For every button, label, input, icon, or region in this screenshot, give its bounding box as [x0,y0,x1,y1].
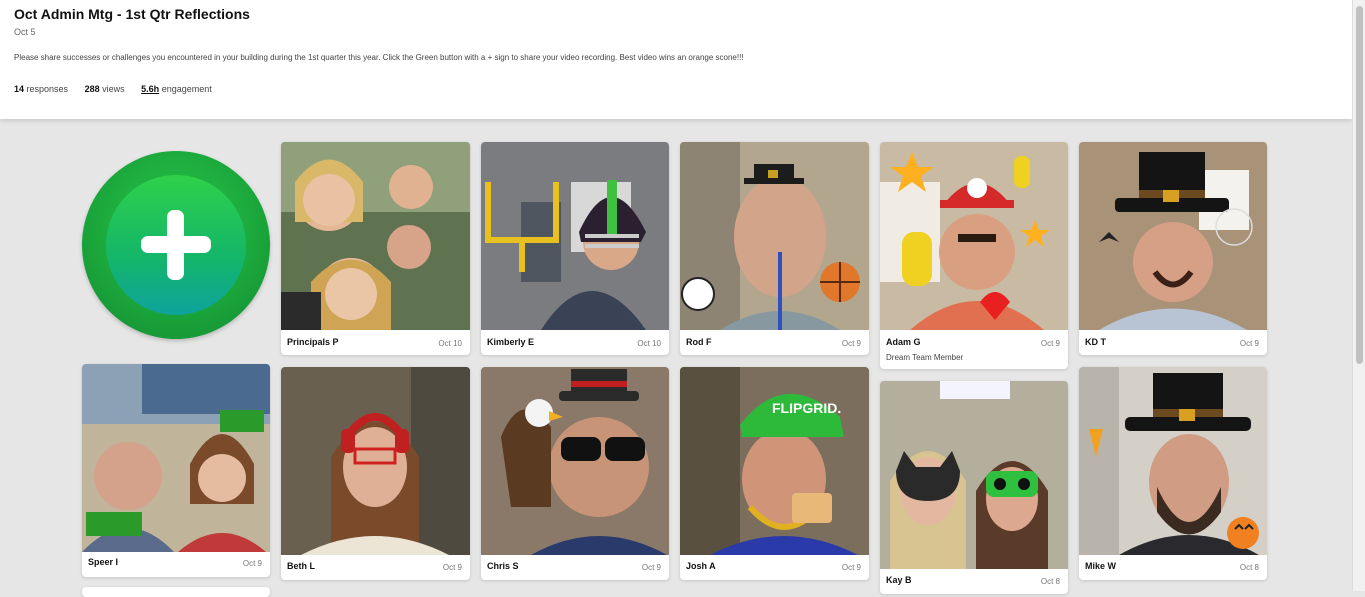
responder-name: Principals P [287,337,339,347]
response-card[interactable]: Beth L Oct 9 [281,367,470,580]
responder-name: KD T [1085,337,1106,347]
video-thumbnail[interactable] [1079,142,1267,330]
response-card[interactable]: Adam G Oct 9 Dream Team Member [880,142,1068,369]
response-date: Oct 9 [1040,339,1060,348]
topic-title: Oct Admin Mtg - 1st Qtr Reflections [14,6,250,22]
responses-stat: 14 responses [14,84,69,94]
response-card[interactable]: Chris S Oct 9 [481,367,669,580]
response-date: Oct 8 [1040,577,1060,586]
scrollbar-thumb[interactable] [1356,6,1363,364]
response-date: Oct 10 [637,339,661,348]
video-thumbnail-image [481,142,669,330]
video-thumbnail-image [281,367,470,555]
video-thumbnail[interactable]: FLIPGRID. [680,367,869,555]
video-thumbnail-image [281,142,470,330]
topic-stats: 14 responses 288 views 5.6h engagement [14,84,226,94]
video-thumbnail[interactable] [481,367,669,555]
video-thumbnail-image [481,367,669,555]
responder-name: Kay B [886,575,912,585]
plus-icon-vertical [167,210,184,280]
responder-name: Rod F [686,337,712,347]
video-thumbnail[interactable] [281,367,470,555]
video-thumbnail-image [82,364,270,552]
response-card[interactable]: FLIPGRID. Josh A Oct 9 [680,367,869,580]
response-date: Oct 8 [1239,563,1259,572]
video-thumbnail[interactable] [1079,367,1267,555]
responder-name: Speer I [88,557,119,567]
response-date: Oct 9 [1239,339,1259,348]
flipgrid-cap-text: FLIPGRID. [772,400,841,416]
responder-name: Beth L [287,561,315,571]
video-thumbnail[interactable] [481,142,669,330]
video-thumbnail[interactable] [680,142,869,330]
response-card-partial[interactable] [82,587,270,597]
video-thumbnail-image [680,142,869,330]
video-thumbnail-image [880,381,1068,569]
topic-header: Oct Admin Mtg - 1st Qtr Reflections Oct … [0,0,1352,119]
video-thumbnail-image [880,142,1068,330]
response-date: Oct 10 [438,339,462,348]
response-date: Oct 9 [841,339,861,348]
responder-name: Adam G [886,337,921,347]
views-stat: 288 views [84,84,125,94]
add-response-button[interactable] [82,151,270,339]
response-date: Oct 9 [641,563,661,572]
response-card[interactable]: KD T Oct 9 [1079,142,1267,355]
topic-date: Oct 5 [14,27,36,37]
video-thumbnail-image: FLIPGRID. [680,367,869,555]
responder-subtitle: Dream Team Member [886,353,964,362]
add-button-inner [106,175,246,315]
response-card[interactable]: Mike W Oct 8 [1079,367,1267,580]
video-thumbnail-image [1079,367,1267,555]
video-thumbnail[interactable] [281,142,470,330]
response-card[interactable]: Kimberly E Oct 10 [481,142,669,355]
response-card[interactable]: Speer I Oct 9 [82,364,270,577]
response-card[interactable]: Principals P Oct 10 [281,142,470,355]
engagement-stat[interactable]: 5.6h engagement [141,84,212,94]
response-date: Oct 9 [841,563,861,572]
responder-name: Josh A [686,561,716,571]
responder-name: Chris S [487,561,519,571]
responder-name: Mike W [1085,561,1117,571]
response-card[interactable]: Kay B Oct 8 [880,381,1068,594]
video-thumbnail[interactable] [82,364,270,552]
responder-name: Kimberly E [487,337,535,347]
page-scrollbar[interactable] [1352,0,1365,591]
response-card[interactable]: Rod F Oct 9 [680,142,869,355]
response-date: Oct 9 [442,563,462,572]
response-date: Oct 9 [242,559,262,568]
video-thumbnail[interactable] [880,381,1068,569]
topic-description: Please share successes or challenges you… [14,53,744,62]
video-thumbnail[interactable] [880,142,1068,330]
video-thumbnail-image [1079,142,1267,330]
